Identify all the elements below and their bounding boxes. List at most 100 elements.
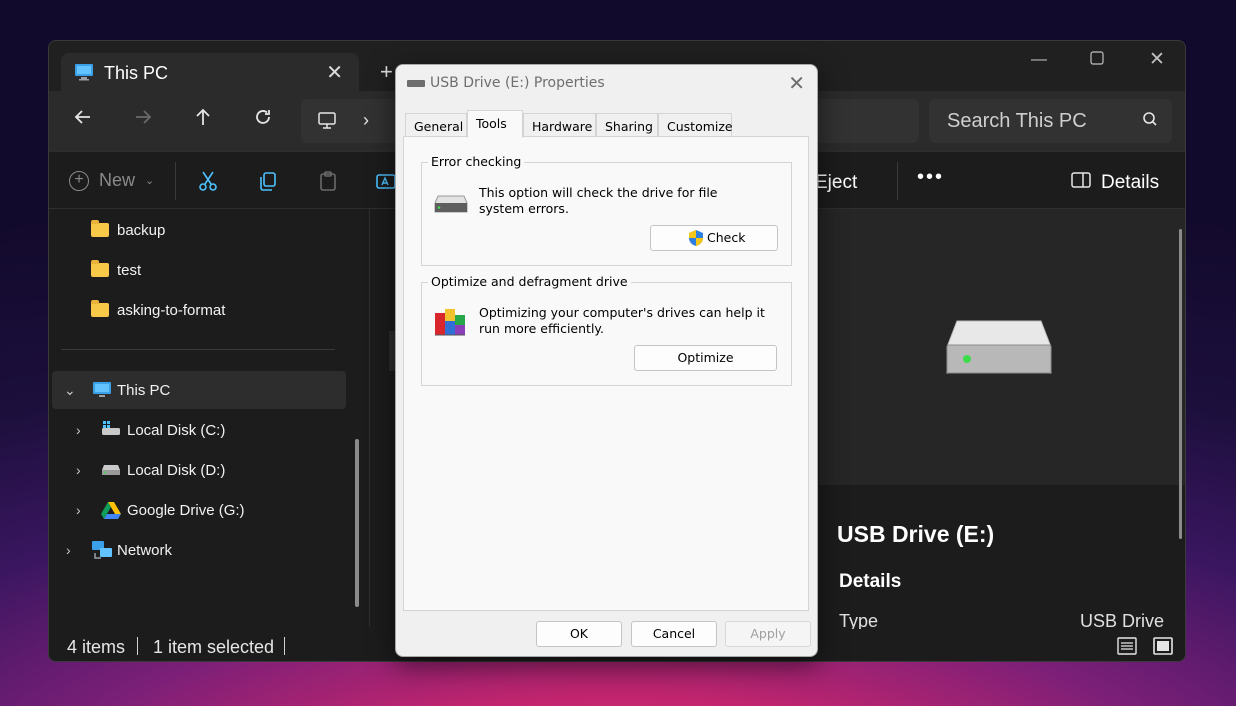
details-pane-button[interactable]: Details: [1071, 172, 1159, 194]
chevron-right-icon[interactable]: ›: [66, 542, 71, 558]
uac-shield-icon: [687, 229, 705, 255]
back-arrow-icon[interactable]: [71, 107, 95, 131]
sidebar-item-label: Local Disk (C:): [127, 422, 226, 439]
folder-icon: [91, 300, 109, 317]
chevron-down-icon: ⌄: [145, 175, 155, 187]
sidebar-item-test[interactable]: test: [91, 251, 341, 289]
forward-arrow-icon[interactable]: [131, 107, 155, 131]
close-icon[interactable]: ✕: [788, 71, 805, 95]
details-scrollbar[interactable]: [1179, 229, 1182, 539]
search-box[interactable]: Search This PC: [929, 99, 1172, 143]
optimize-title: Optimize and defragment drive: [428, 274, 631, 289]
ok-button[interactable]: OK: [536, 621, 622, 647]
optimize-description: Optimizing your computer's drives can he…: [479, 305, 765, 336]
new-button[interactable]: + New ⌄: [69, 170, 154, 191]
search-input[interactable]: Search This PC: [947, 110, 1087, 133]
maximize-icon[interactable]: [1090, 51, 1104, 70]
sidebar-item-local-disk-d[interactable]: › Local Disk (D:): [73, 451, 343, 489]
tab-customize[interactable]: Customize: [658, 113, 733, 137]
close-window-icon[interactable]: ✕: [1149, 48, 1165, 71]
chevron-right-icon[interactable]: ›: [76, 462, 81, 478]
folder-icon: [91, 220, 109, 237]
network-icon: [91, 540, 113, 564]
apply-button[interactable]: Apply: [725, 621, 811, 647]
windows-drive-icon: [101, 420, 121, 442]
check-button[interactable]: Check: [650, 225, 778, 251]
eject-button[interactable]: Eject: [815, 172, 857, 194]
status-divider: [137, 637, 138, 655]
dialog-title: USB Drive (E:) Properties: [430, 75, 605, 91]
this-pc-icon: [74, 63, 94, 86]
sidebar-divider: [61, 349, 335, 350]
drive-title-icon: [407, 80, 425, 87]
error-checking-group: Error checking This option will check th…: [421, 154, 792, 266]
up-arrow-icon[interactable]: [191, 107, 215, 131]
sidebar-item-label: Google Drive (G:): [127, 502, 245, 519]
tab-title: This PC: [104, 63, 169, 83]
sidebar-item-label: asking-to-format: [117, 301, 226, 319]
optimize-group: Optimize and defragment drive Optimizing…: [421, 274, 792, 386]
navigation-pane: backup test asking-to-format ⌄ This PC ›…: [49, 209, 369, 627]
chevron-right-icon[interactable]: ›: [76, 502, 81, 518]
folder-icon: [91, 260, 109, 277]
copy-icon[interactable]: [257, 170, 281, 194]
toolbar-divider: [897, 162, 898, 200]
sidebar-item-network[interactable]: › Network: [63, 531, 343, 569]
item-count: 4 items: [67, 637, 126, 657]
details-pane-icon: [1071, 172, 1091, 194]
check-label: Check: [707, 230, 746, 245]
pane-divider: [369, 209, 370, 627]
tab-hardware[interactable]: Hardware: [523, 113, 596, 137]
hard-drive-icon: [434, 195, 468, 217]
refresh-icon[interactable]: [251, 107, 275, 131]
sidebar-item-label: Local Disk (D:): [127, 462, 226, 479]
details-view-icon[interactable]: [1117, 637, 1137, 660]
breadcrumb-chevron-icon[interactable]: ›: [363, 110, 369, 131]
drive-icon: [101, 463, 121, 480]
sidebar-item-this-pc[interactable]: ⌄ This PC: [52, 371, 346, 409]
details-label: Details: [1101, 172, 1160, 193]
error-checking-description: This option will check the drive for fil…: [479, 185, 718, 216]
chevron-right-icon[interactable]: ›: [76, 422, 81, 438]
selection-count: 1 item selected: [153, 637, 275, 657]
plus-icon: +: [69, 170, 89, 191]
sidebar-item-label: Network: [117, 542, 173, 559]
tab-this-pc[interactable]: This PC ✕: [61, 53, 359, 93]
sidebar-item-local-disk-c[interactable]: › Local Disk (C:): [73, 411, 343, 449]
toolbar-divider: [175, 162, 176, 200]
status-divider: [284, 637, 285, 655]
usb-drive-large-icon: [945, 317, 1053, 382]
paste-icon[interactable]: [317, 170, 341, 194]
sidebar-item-asking-to-format[interactable]: asking-to-format: [91, 291, 341, 329]
details-item-name: USB Drive (E:): [837, 521, 995, 547]
tab-general[interactable]: General: [405, 113, 467, 137]
sidebar-scrollbar[interactable]: [355, 439, 359, 607]
more-options-button[interactable]: •••: [917, 166, 944, 189]
sidebar-item-label: This PC: [117, 382, 171, 399]
defragment-icon: [433, 305, 469, 343]
tab-sharing[interactable]: Sharing: [596, 113, 658, 137]
close-tab-icon[interactable]: ✕: [326, 60, 343, 85]
computer-icon: [317, 111, 337, 136]
optimize-button[interactable]: Optimize: [634, 345, 777, 371]
chevron-down-icon[interactable]: ⌄: [64, 382, 76, 399]
tiles-view-icon[interactable]: [1153, 637, 1173, 660]
sidebar-item-backup[interactable]: backup: [91, 211, 341, 249]
details-heading: Details: [839, 571, 902, 592]
properties-dialog: USB Drive (E:) Properties ✕ General Tool…: [395, 64, 818, 657]
new-tab-button[interactable]: +: [380, 59, 393, 85]
sidebar-item-label: backup: [117, 221, 166, 239]
google-drive-icon: [101, 501, 121, 523]
tab-tools[interactable]: Tools: [467, 110, 523, 138]
sidebar-item-google-drive-g[interactable]: › Google Drive (G:): [73, 491, 343, 529]
this-pc-icon: [92, 381, 112, 403]
cut-icon[interactable]: [197, 170, 221, 194]
search-icon[interactable]: [1142, 111, 1158, 132]
minimize-icon[interactable]: —: [1031, 51, 1047, 69]
tools-panel: Error checking This option will check th…: [403, 136, 809, 611]
new-label: New: [99, 170, 136, 190]
cancel-button[interactable]: Cancel: [631, 621, 717, 647]
error-checking-title: Error checking: [428, 154, 525, 169]
preview-area: [819, 209, 1185, 485]
sidebar-item-label: test: [117, 261, 142, 279]
